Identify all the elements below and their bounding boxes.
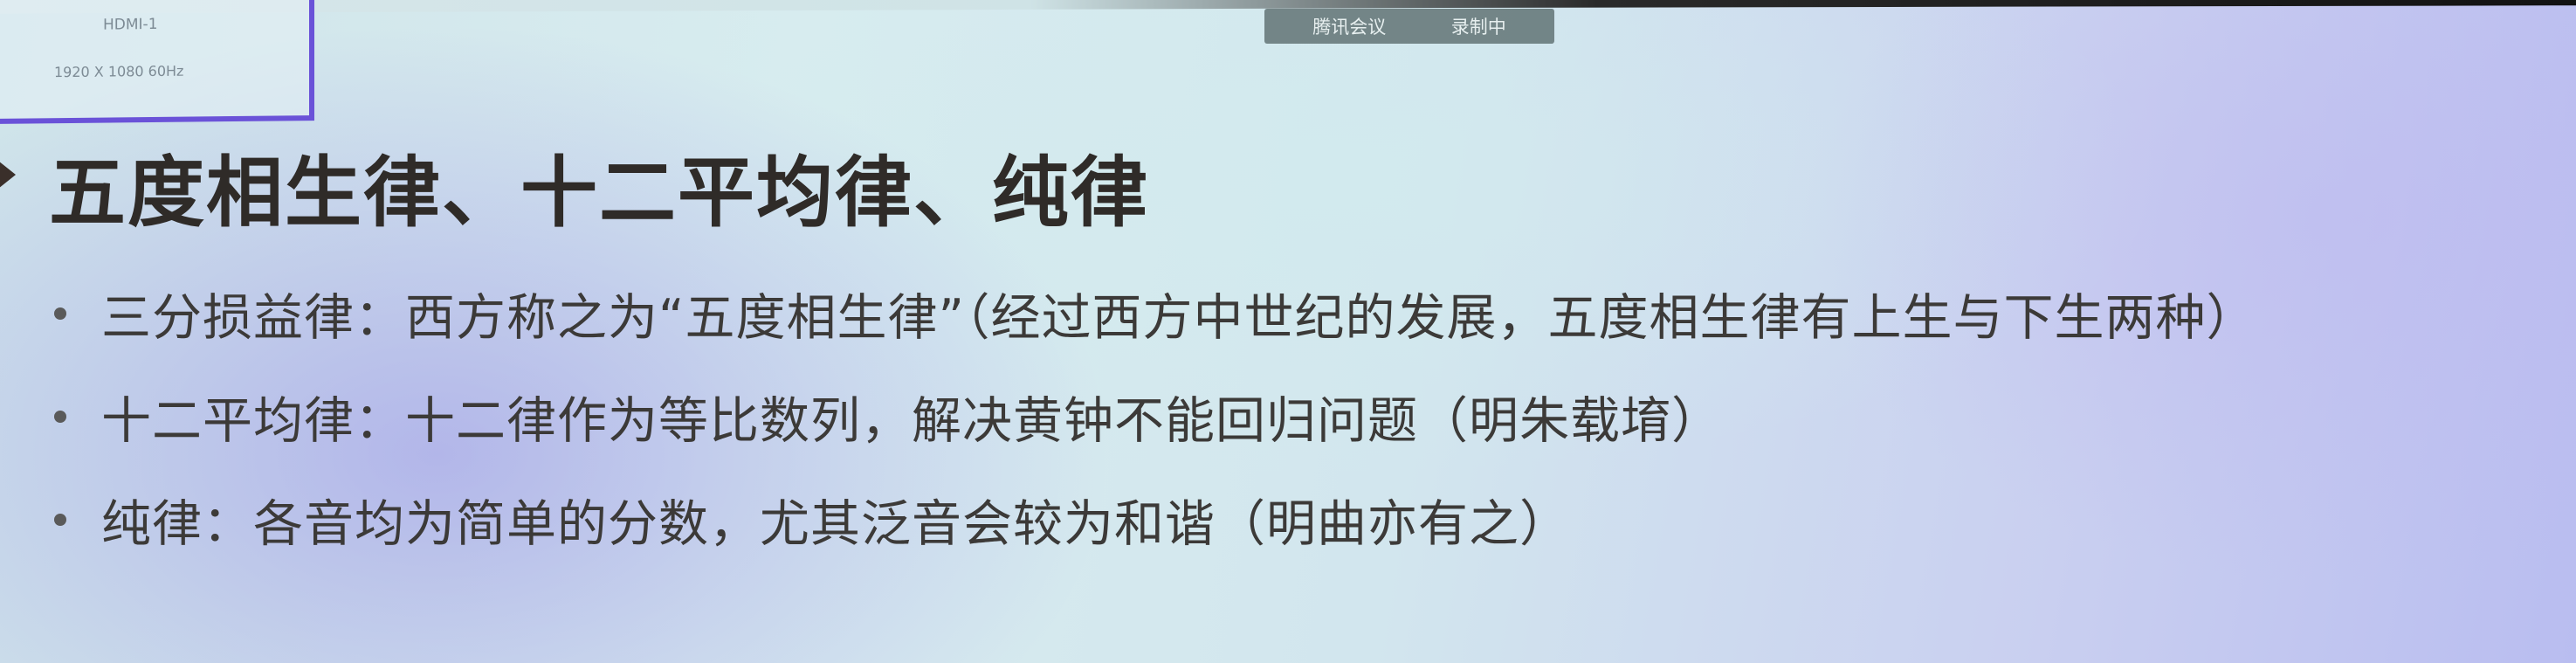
bullet-text: 纯律：各音均为简单的分数，尤其泛音会较为和谐（明曲亦有之） (101, 495, 1570, 553)
meeting-app-label: 腾讯会议 (1312, 17, 1387, 38)
bullet-dot-icon (54, 307, 66, 320)
display-resolution: 1920 X 1080 60Hz (54, 62, 184, 81)
slide-title: 五度相生律、十二平均律、纯律 (49, 148, 1150, 238)
bullet-item: 纯律：各音均为简单的分数，尤其泛音会较为和谐（明曲亦有之） (45, 468, 2560, 571)
display-name: HDMI-1 (103, 15, 158, 34)
bullet-dot-icon (54, 411, 66, 423)
bullet-text: 三分损益律：西方称之为“五度相生律”（经过西方中世纪的发展，五度相生律有上生与下… (101, 289, 2257, 347)
presentation-screen: HDMI-1 1920 X 1080 60Hz 腾讯会议 录制中 五度相生律、十… (0, 0, 2576, 663)
bullet-item: 三分损益律：西方称之为“五度相生律”（经过西方中世纪的发展，五度相生律有上生与下… (45, 262, 2560, 365)
recording-status-label[interactable]: 录制中 (1451, 13, 1506, 39)
bullet-text: 十二平均律：十二律作为等比数列，解决黄钟不能回归问题（明朱载堉） (101, 392, 1722, 450)
bullet-list: 三分损益律：西方称之为“五度相生律”（经过西方中世纪的发展，五度相生律有上生与下… (45, 262, 2560, 571)
title-arrow-icon (0, 147, 16, 203)
bullet-dot-icon (54, 514, 66, 526)
bullet-item: 十二平均律：十二律作为等比数列，解决黄钟不能回归问题（明朱载堉） (45, 365, 2560, 468)
display-info-box: HDMI-1 1920 X 1080 60Hz (0, 0, 314, 124)
meeting-status-bar[interactable]: 腾讯会议 录制中 (1264, 9, 1554, 44)
